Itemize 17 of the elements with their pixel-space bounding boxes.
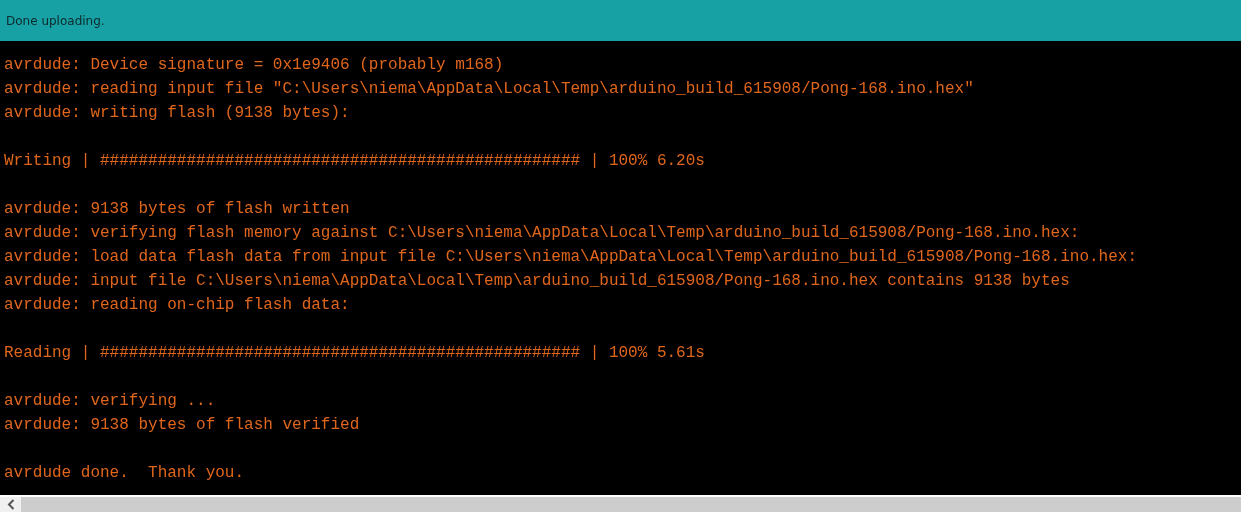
console-line: avrdude: verifying flash memory against C:\Users\niema\AppData\Local\Temp\arduino_build_615908/Pong-168.ino.hex:: [4, 223, 1080, 244]
scroll-left-button[interactable]: [0, 497, 21, 512]
console-line: Reading | ################################################## | 100% 5.61s: [4, 343, 705, 364]
status-message: Done uploading.: [6, 13, 105, 28]
console-line: Writing | ################################################## | 100% 6.20s: [4, 151, 705, 172]
console-line: avrdude: reading input file "C:\Users\niema\AppData\Local\Temp\arduino_build_615908/Pong-168.ino.hex": [4, 79, 974, 100]
console-line: avrdude: load data flash data from input file C:\Users\niema\AppData\Local\Temp\arduino_build_615908/Pong-168.ino.hex:: [4, 247, 1137, 268]
console-line: avrdude: verifying ...: [4, 391, 216, 412]
console-line: avrdude: Device signature = 0x1e9406 (probably m168): [4, 55, 504, 76]
console-line: avrdude: 9138 bytes of flash written: [4, 199, 350, 220]
console-line: avrdude: 9138 bytes of flash verified: [4, 415, 360, 436]
console-line: avrdude: writing flash (9138 bytes):: [4, 103, 350, 124]
console-line: avrdude: reading on-chip flash data:: [4, 295, 350, 316]
console-line: avrdude: input file C:\Users\niema\AppData\Local\Temp\arduino_build_615908/Pong-168.ino.hex contains 9138 bytes: [4, 271, 1070, 292]
console-line: avrdude done. Thank you.: [4, 463, 245, 484]
chevron-left-icon: [6, 499, 15, 510]
horizontal-scrollbar[interactable]: [0, 495, 1241, 512]
